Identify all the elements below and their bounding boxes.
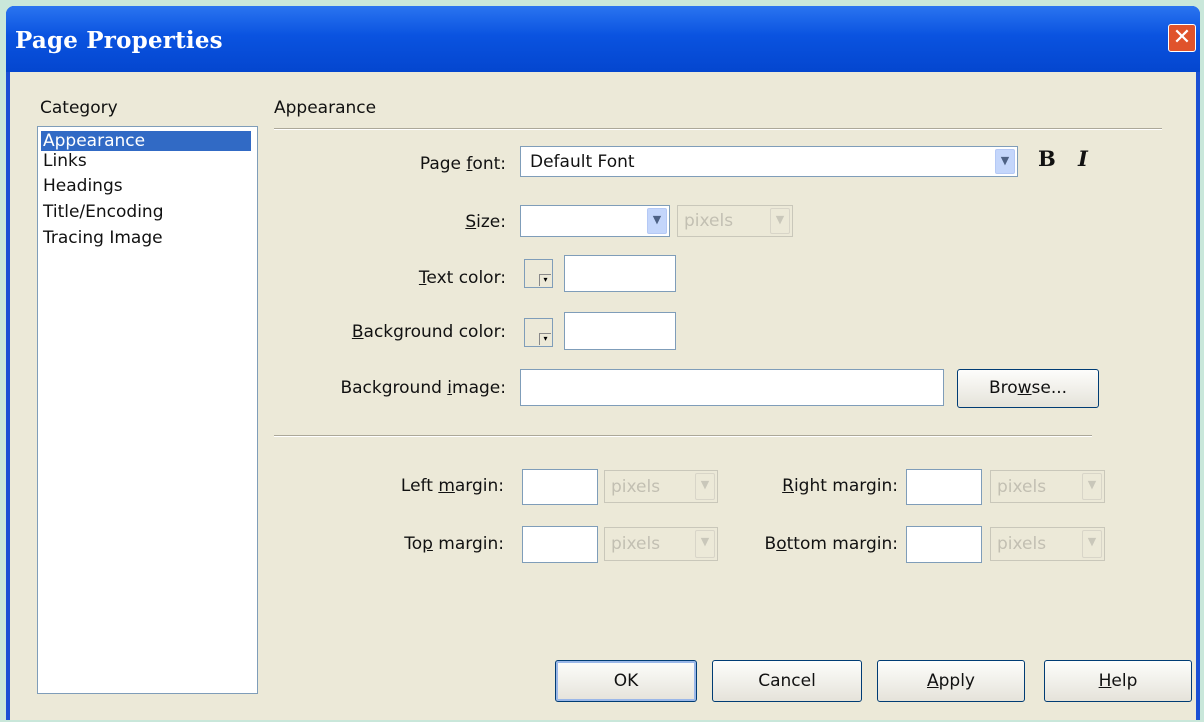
apply-button[interactable]: Apply [877, 660, 1025, 702]
right-margin-label: Right margin: [782, 476, 898, 496]
bottom-margin-label: Bottom margin: [764, 534, 898, 554]
section-title: Appearance [274, 98, 377, 118]
category-item-tracing-image[interactable]: Tracing Image [41, 228, 251, 248]
background-color-label: Background color: [351, 322, 506, 342]
top-margin-unit: pixels [611, 534, 661, 554]
section-divider [274, 128, 1162, 130]
top-margin-label: Top margin: [404, 534, 504, 554]
size-select[interactable]: ▼ [520, 205, 670, 237]
right-margin-unit: pixels [997, 477, 1047, 497]
page-font-select[interactable]: Default Font ▼ [520, 146, 1018, 177]
category-item-title-encoding[interactable]: Title/Encoding [41, 202, 251, 222]
chevron-down-icon[interactable]: ▼ [695, 473, 715, 500]
page-properties-dialog: Page Properties ✕ Category Appearance Li… [6, 6, 1200, 720]
background-image-label: Background image: [340, 378, 506, 398]
left-margin-unit: pixels [611, 477, 661, 497]
dialog-body: Category Appearance Links Headings Title… [10, 72, 1196, 720]
ok-button[interactable]: OK [555, 660, 697, 702]
chevron-down-icon[interactable]: ▼ [647, 208, 667, 234]
category-item-appearance[interactable]: Appearance [41, 131, 251, 151]
close-icon: ✕ [1172, 25, 1192, 50]
category-list[interactable]: Appearance Links Headings Title/Encoding… [37, 126, 258, 694]
right-margin-unit-select[interactable]: pixels ▼ [990, 470, 1105, 503]
cancel-button[interactable]: Cancel [712, 660, 862, 702]
chevron-down-icon[interactable]: ▼ [1082, 473, 1102, 500]
category-header: Category [40, 98, 118, 118]
close-button[interactable]: ✕ [1168, 24, 1196, 52]
left-margin-label: Left margin: [400, 476, 504, 496]
chevron-down-icon[interactable]: ▼ [695, 530, 715, 558]
size-unit-select[interactable]: pixels ▼ [677, 205, 793, 237]
bold-button[interactable]: B [1038, 146, 1056, 171]
chevron-down-icon[interactable]: ▼ [995, 149, 1015, 174]
bottom-margin-input[interactable] [906, 526, 982, 563]
window-title: Page Properties [15, 27, 223, 54]
size-unit-value: pixels [684, 211, 734, 231]
help-button[interactable]: Help [1044, 660, 1192, 702]
title-bar[interactable]: Page Properties ✕ [6, 6, 1200, 72]
color-swatch-icon: ▾ [539, 333, 551, 345]
bottom-margin-unit: pixels [997, 534, 1047, 554]
text-color-label: Text color: [418, 268, 506, 288]
background-color-field[interactable] [564, 312, 676, 350]
top-margin-input[interactable] [522, 526, 598, 563]
category-item-headings[interactable]: Headings [41, 176, 251, 196]
right-margin-input[interactable] [906, 469, 982, 505]
color-swatch-icon: ▾ [539, 274, 551, 286]
margins-divider [274, 435, 1092, 437]
bottom-margin-unit-select[interactable]: pixels ▼ [990, 527, 1105, 561]
text-color-picker[interactable]: ▾ [524, 259, 553, 288]
page-font-value: Default Font [530, 152, 635, 172]
background-color-picker[interactable]: ▾ [524, 318, 553, 347]
top-margin-unit-select[interactable]: pixels ▼ [604, 527, 718, 561]
size-label: Size: [465, 212, 506, 232]
page-font-label: Page font: [419, 154, 506, 174]
browse-button[interactable]: Browse... [957, 369, 1099, 408]
left-margin-unit-select[interactable]: pixels ▼ [604, 470, 718, 503]
left-margin-input[interactable] [522, 469, 598, 505]
chevron-down-icon[interactable]: ▼ [770, 208, 790, 234]
chevron-down-icon[interactable]: ▼ [1082, 530, 1102, 558]
background-image-input[interactable] [520, 369, 944, 406]
text-color-field[interactable] [564, 255, 676, 292]
italic-button[interactable]: I [1078, 146, 1088, 171]
category-item-links[interactable]: Links [41, 151, 251, 171]
